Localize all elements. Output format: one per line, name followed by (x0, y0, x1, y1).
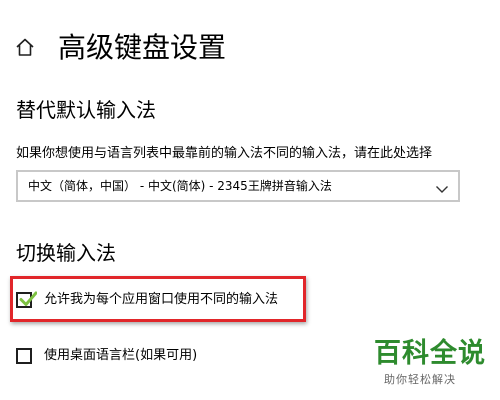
per-app-input-checkbox-row[interactable]: 允许我为每个应用窗口使用不同的输入法 (16, 288, 278, 312)
language-bar-checkbox-row[interactable]: 使用桌面语言栏(如果可用) (16, 344, 197, 368)
language-bar-label: 使用桌面语言栏(如果可用) (44, 348, 198, 363)
page-title: 高级键盘设置 (58, 31, 227, 64)
chevron-down-icon (435, 180, 449, 193)
checkmark-icon (19, 291, 37, 306)
per-app-input-label: 允许我为每个应用窗口使用不同的输入法 (44, 292, 279, 307)
default-input-dropdown[interactable]: 中文（简体，中国） - 中文(简体) - 2345王牌拼音输入法 (16, 170, 460, 202)
dropdown-selected-value: 中文（简体，中国） - 中文(简体) - 2345王牌拼音输入法 (28, 179, 332, 193)
watermark-brand: 百科全说 (374, 338, 486, 369)
per-app-input-checkbox[interactable] (16, 291, 37, 308)
section-title-default-input: 替代默认输入法 (16, 98, 156, 122)
default-input-description: 如果你想使用与语言列表中最靠前的输入法不同的输入法，请在此处选择 (16, 146, 433, 161)
language-bar-checkbox[interactable] (16, 348, 32, 364)
section-title-switch-input: 切换输入法 (16, 241, 116, 265)
watermark-tagline: 助你轻松解决 (384, 373, 456, 386)
home-icon[interactable] (14, 36, 36, 58)
